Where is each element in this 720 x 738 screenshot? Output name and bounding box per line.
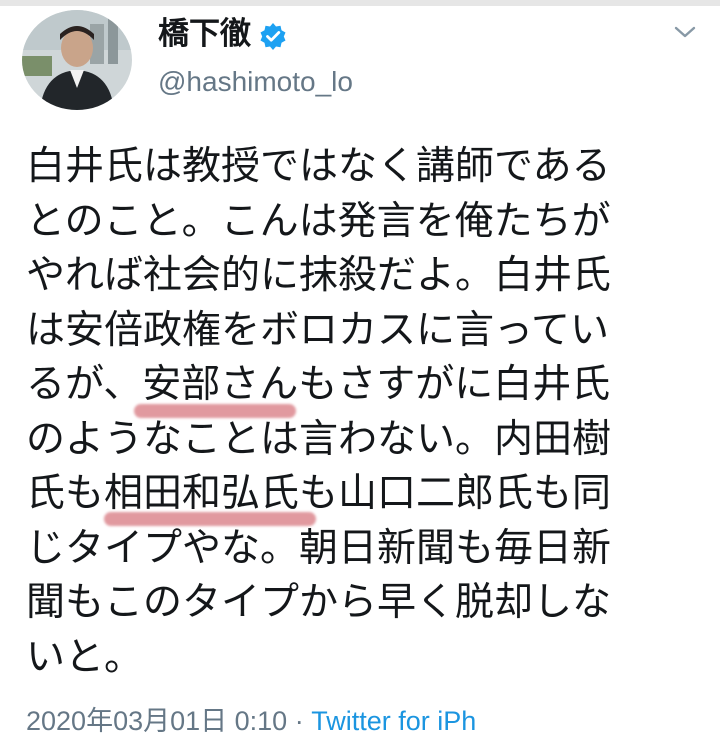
display-name-text: 橋下徹 bbox=[158, 16, 251, 52]
display-name[interactable]: 橋下徹 bbox=[158, 14, 287, 54]
tweet-line: やれば社会的に抹殺だよ。白井氏 bbox=[26, 253, 612, 298]
verified-badge-icon bbox=[259, 20, 287, 50]
tweet-line: じタイプやな。朝日新聞も毎日新 bbox=[26, 525, 612, 571]
tweet-line: いと。 bbox=[26, 634, 144, 680]
tweet-line: 聞もこのタイプから早く脱却しな bbox=[26, 580, 612, 625]
tweet-text: 白井氏は教授ではなく講師である とのこと。こんは発言を俺たちが やれば社会的に抹殺だ… bbox=[26, 140, 716, 685]
tweet-line: のようなことは言わない。内田樹 bbox=[26, 416, 612, 462]
tweet-line: るが、安部さんもさすがに白井氏 bbox=[26, 362, 611, 407]
meta-separator: · bbox=[287, 706, 312, 736]
tweet-line: とのこと。こんは発言を俺たちが bbox=[26, 198, 611, 244]
tweet-line: 白井氏は教授ではなく講師である bbox=[26, 144, 611, 189]
source-link[interactable]: Twitter for iPh bbox=[311, 706, 476, 736]
tweet-meta: 2020年03月01日 0:10 · Twitter for iPh bbox=[26, 704, 476, 738]
tweet-line: は安倍政権をボロカスに言ってい bbox=[26, 307, 610, 353]
tweet-line: 氏も相田和弘氏も山口二郎氏も同 bbox=[26, 471, 612, 516]
avatar[interactable] bbox=[22, 10, 132, 110]
top-divider bbox=[0, 0, 720, 6]
chevron-down-icon[interactable] bbox=[672, 22, 698, 42]
user-handle[interactable]: @hashimoto_lo bbox=[158, 64, 353, 100]
timestamp[interactable]: 2020年03月01日 0:10 bbox=[26, 706, 287, 736]
